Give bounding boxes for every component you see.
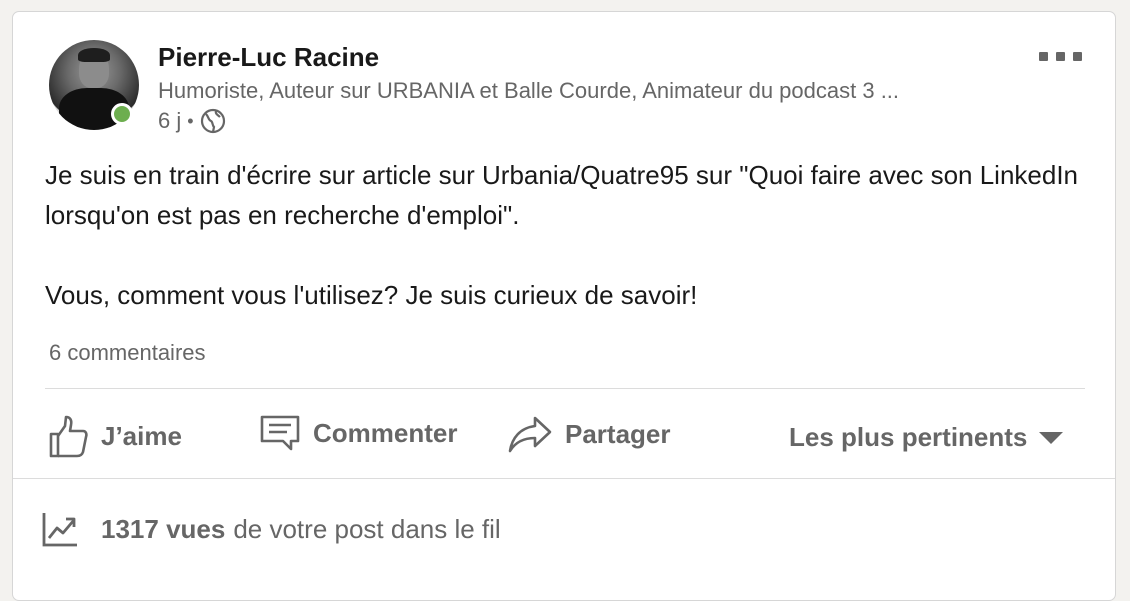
views-count: 1317 vues [101, 513, 226, 544]
post-meta: 6 j • [158, 108, 226, 134]
author-headline[interactable]: Humoriste, Auteur sur URBANIA et Balle C… [158, 78, 1018, 104]
views-suffix: de votre post dans le fil [233, 513, 501, 544]
sort-dropdown[interactable]: Les plus pertinents [789, 422, 1064, 453]
divider [45, 388, 1085, 389]
caret-down-icon [1039, 431, 1064, 444]
comment-icon [260, 415, 300, 451]
comment-label: Commenter [313, 417, 458, 448]
thumbs-up-icon [49, 415, 88, 458]
more-dot [1039, 52, 1048, 61]
more-dot [1056, 52, 1065, 61]
more-options-button[interactable] [1039, 48, 1083, 64]
post-text-paragraph-2: Vous, comment vous l'utilisez? Je suis c… [45, 280, 698, 310]
views-stats-link[interactable]: 1317 vues de votre post dans le fil [41, 510, 501, 548]
post-body: Je suis en train d'écrire sur article su… [45, 155, 1105, 315]
author-name[interactable]: Pierre-Luc Racine [158, 42, 379, 73]
share-button[interactable]: Partager [507, 414, 671, 454]
post-card: Pierre-Luc Racine Humoriste, Auteur sur … [12, 11, 1116, 601]
globe-icon [200, 108, 225, 134]
share-icon [508, 416, 552, 453]
online-status-badge [111, 103, 133, 125]
like-label: J’aime [101, 420, 182, 451]
post-time: 6 j [158, 108, 182, 133]
post-text-paragraph-1: Je suis en train d'écrire sur article su… [45, 160, 1079, 230]
share-label: Partager [565, 418, 671, 449]
comments-count-link[interactable]: 6 commentaires [49, 340, 206, 366]
divider [13, 478, 1115, 479]
sort-label: Les plus pertinents [789, 422, 1028, 452]
trending-chart-icon [42, 513, 77, 547]
avatar-hair-shape [78, 48, 110, 62]
more-dot [1073, 52, 1082, 61]
meta-separator: • [187, 110, 194, 131]
comment-button[interactable]: Commenter [259, 414, 457, 452]
like-button[interactable]: J’aime [47, 414, 182, 458]
